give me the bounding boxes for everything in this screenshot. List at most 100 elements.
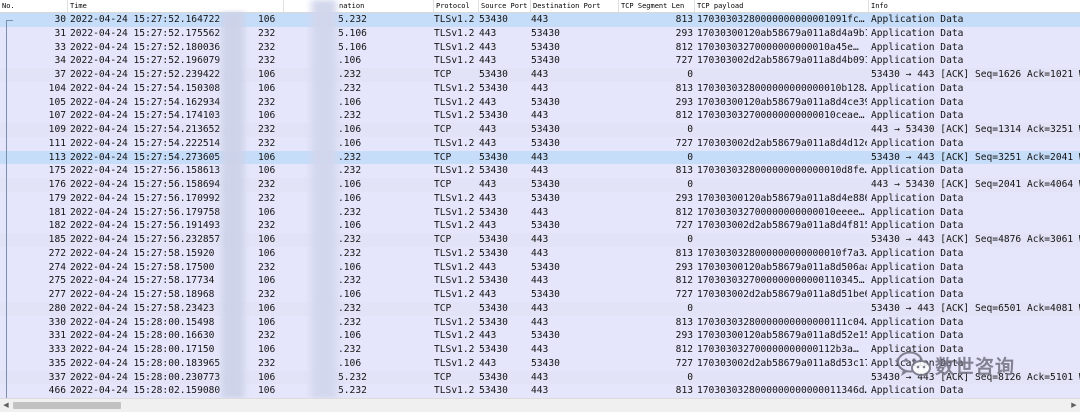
- packet-row[interactable]: 33 2022-04-24 15:27:52.180036 232 5.106 TLSv…: [0, 40, 1080, 55]
- packet-time: 2022-04-24 15:27:54.213652: [70, 124, 220, 135]
- packet-row[interactable]: 272 2022-04-24 15:27:58.15920 106 .232 TLSv1…: [0, 246, 1080, 261]
- packet-row[interactable]: 275 2022-04-24 15:27:58.17734 106 .232 TLSv1…: [0, 274, 1080, 288]
- packet-payload: 1703030327000000000000110345…: [697, 275, 865, 287]
- packet-source-port: 53430: [479, 302, 508, 314]
- packet-protocol: TCP: [434, 234, 452, 245]
- packet-row[interactable]: 30 2022-04-24 15:27:52.164722 106 5.232 TLSv…: [0, 13, 1080, 27]
- conversation-tree-line: [6, 21, 7, 398]
- packet-source-port: 53430: [479, 371, 508, 383]
- packet-source-port: 53430: [479, 165, 508, 177]
- packet-row[interactable]: 111 2022-04-24 15:27:54.222514 232 .106 TLSv…: [0, 136, 1080, 151]
- packet-source-port: 443: [479, 124, 497, 135]
- packet-protocol: TLSv1.2: [434, 261, 475, 273]
- packet-protocol: TCP: [434, 69, 452, 80]
- packet-source: 106: [258, 165, 276, 177]
- packet-info: Application Data: [871, 330, 964, 342]
- packet-row[interactable]: 105 2022-04-24 15:27:54.162934 232 .106 TLSv…: [0, 95, 1080, 110]
- packet-time: 2022-04-24 15:27:54.150308: [70, 82, 220, 94]
- packet-row[interactable]: 104 2022-04-24 15:27:54.150308 106 .232 TLSv…: [0, 81, 1080, 96]
- packet-segment-len: 813: [675, 165, 693, 177]
- packet-time: 2022-04-24 15:28:00.15498: [70, 316, 215, 328]
- packet-row[interactable]: 31 2022-04-24 15:27:52.175562 232 5.106 TLSv…: [0, 26, 1080, 41]
- column-tcp-segment-len[interactable]: TCP Segment Len: [619, 0, 695, 12]
- packet-payload: 17030300120ab58679a011a8d4a9b1…: [697, 27, 867, 39]
- packet-row[interactable]: 37 2022-04-24 15:27:52.239422 106 .232 TCP 53…: [0, 68, 1080, 82]
- packet-destination-port: 443: [531, 234, 549, 245]
- packet-no: 185: [48, 234, 66, 245]
- packet-protocol: TLSv1.2: [434, 385, 475, 397]
- packet-row[interactable]: 34 2022-04-24 15:27:52.196079 232 .106 TLSv1…: [0, 54, 1080, 68]
- packet-row[interactable]: 176 2022-04-24 15:27:56.158694 232 .106 TCP 4…: [0, 178, 1080, 192]
- packet-protocol: TLSv1.2: [434, 14, 475, 25]
- packet-row[interactable]: 274 2022-04-24 15:27:58.17500 232 .106 TLSv1…: [0, 260, 1080, 275]
- packet-segment-len: 727: [675, 55, 693, 67]
- packet-destination-port: 443: [531, 275, 549, 287]
- packet-segment-len: 813: [675, 247, 693, 259]
- packet-row[interactable]: 331 2022-04-24 15:28:00.16630 232 .106 TLSv1…: [0, 329, 1080, 343]
- packet-payload: 1703030328000000000000010f7a3…: [697, 247, 867, 259]
- packet-destination-port: 53430: [531, 96, 560, 108]
- packet-segment-len: 0: [687, 124, 693, 135]
- packet-info: Application Data: [871, 110, 964, 122]
- packet-row[interactable]: 330 2022-04-24 15:28:00.15498 106 .232 TLSv1…: [0, 315, 1080, 330]
- packet-info: 443 → 53430 [ACK] Seq=2041 Ack=4064 Wi: [871, 179, 1080, 190]
- packet-row[interactable]: 182 2022-04-24 15:27:56.191493 232 .106 TLSv…: [0, 219, 1080, 233]
- column-info[interactable]: Info: [869, 0, 1080, 12]
- packet-info: 443 → 53430 [ACK] Seq=1314 Ack=3251 Wi: [871, 124, 1080, 135]
- packet-source-port: 53430: [479, 385, 508, 397]
- packet-row[interactable]: 179 2022-04-24 15:27:56.170992 232 .106 TLSv…: [0, 191, 1080, 206]
- packet-source-port: 443: [479, 289, 497, 300]
- packet-no: 466: [48, 385, 66, 397]
- scroll-right-icon[interactable]: ▶: [1068, 400, 1080, 411]
- packet-row[interactable]: 113 2022-04-24 15:27:54.273605 106 .232 TCP 5…: [0, 150, 1080, 165]
- watermark: 数世咨询: [897, 350, 1015, 380]
- packet-info: Application Data: [871, 261, 964, 273]
- packet-destination: .106: [338, 55, 362, 67]
- packet-source: 106: [258, 151, 276, 163]
- packet-info: Application Data: [871, 14, 964, 25]
- packet-row[interactable]: 181 2022-04-24 15:27:56.179758 106 .232 TLSv…: [0, 205, 1080, 220]
- packet-segment-len: 813: [675, 316, 693, 328]
- packet-row[interactable]: 277 2022-04-24 15:27:58.18968 232 .106 TLSv1…: [0, 288, 1080, 302]
- column-no[interactable]: No.: [0, 0, 68, 12]
- packet-destination: 5.106: [338, 27, 367, 39]
- packet-destination: .232: [338, 275, 362, 287]
- packet-row[interactable]: 175 2022-04-24 15:27:56.158613 106 .232 TLSv…: [0, 164, 1080, 178]
- packet-protocol: TLSv1.2: [434, 55, 475, 67]
- packet-destination: 5.106: [338, 41, 367, 53]
- packet-payload: [697, 371, 867, 385]
- column-source-port[interactable]: Source Port: [479, 0, 531, 12]
- packet-destination-port: 443: [531, 247, 549, 259]
- packet-time: 2022-04-24 15:27:54.273605: [70, 151, 220, 163]
- packet-payload: 17030300120ab58679a011a8d506aa…: [697, 261, 867, 273]
- packet-info: 53430 → 443 [ACK] Seq=6501 Ack=4081 Wi: [871, 302, 1080, 314]
- column-protocol[interactable]: Protocol: [434, 0, 479, 12]
- packet-segment-len: 727: [675, 137, 693, 149]
- packet-source-port: 443: [479, 41, 497, 53]
- packet-payload: 170303032700000000000010eeee…: [697, 206, 865, 218]
- column-destination-port[interactable]: Destination Port: [531, 0, 619, 12]
- packet-destination: .106: [338, 179, 362, 190]
- packet-time: 2022-04-24 15:27:52.196079: [70, 55, 220, 67]
- packet-destination: .106: [338, 357, 362, 369]
- packet-segment-len: 293: [675, 261, 693, 273]
- scroll-left-icon[interactable]: ◀: [0, 400, 12, 411]
- column-time[interactable]: Time: [68, 0, 284, 12]
- horizontal-scrollbar[interactable]: ◀ ▶: [0, 398, 1080, 412]
- packet-row[interactable]: 466 2022-04-24 15:28:02.159080 106 5.232 TLS…: [0, 384, 1080, 398]
- packet-protocol: TLSv1.2: [434, 41, 475, 53]
- packet-row[interactable]: 109 2022-04-24 15:27:54.213652 232 .106 TCP 4…: [0, 123, 1080, 137]
- column-tcp-payload[interactable]: TCP payload: [695, 0, 869, 12]
- packet-destination: 5.232: [338, 371, 367, 383]
- packet-destination-port: 53430: [531, 179, 560, 190]
- packet-payload: [697, 233, 867, 247]
- packet-info: Application Data: [871, 96, 964, 108]
- packet-row[interactable]: 185 2022-04-24 15:27:56.232857 106 .232 TCP 5…: [0, 233, 1080, 247]
- packet-row[interactable]: 280 2022-04-24 15:27:58.23423 106 .232 TCP 53…: [0, 301, 1080, 316]
- scrollbar-thumb[interactable]: [13, 402, 121, 409]
- packet-row[interactable]: 107 2022-04-24 15:27:54.174103 106 .232 TLSv…: [0, 109, 1080, 123]
- packet-time: 2022-04-24 15:27:56.232857: [70, 234, 220, 245]
- packet-segment-len: 813: [675, 82, 693, 94]
- packet-time: 2022-04-24 15:28:00.230773: [70, 371, 220, 383]
- packet-payload: 17030300120ab58679a011a8d4ce39…: [697, 96, 867, 108]
